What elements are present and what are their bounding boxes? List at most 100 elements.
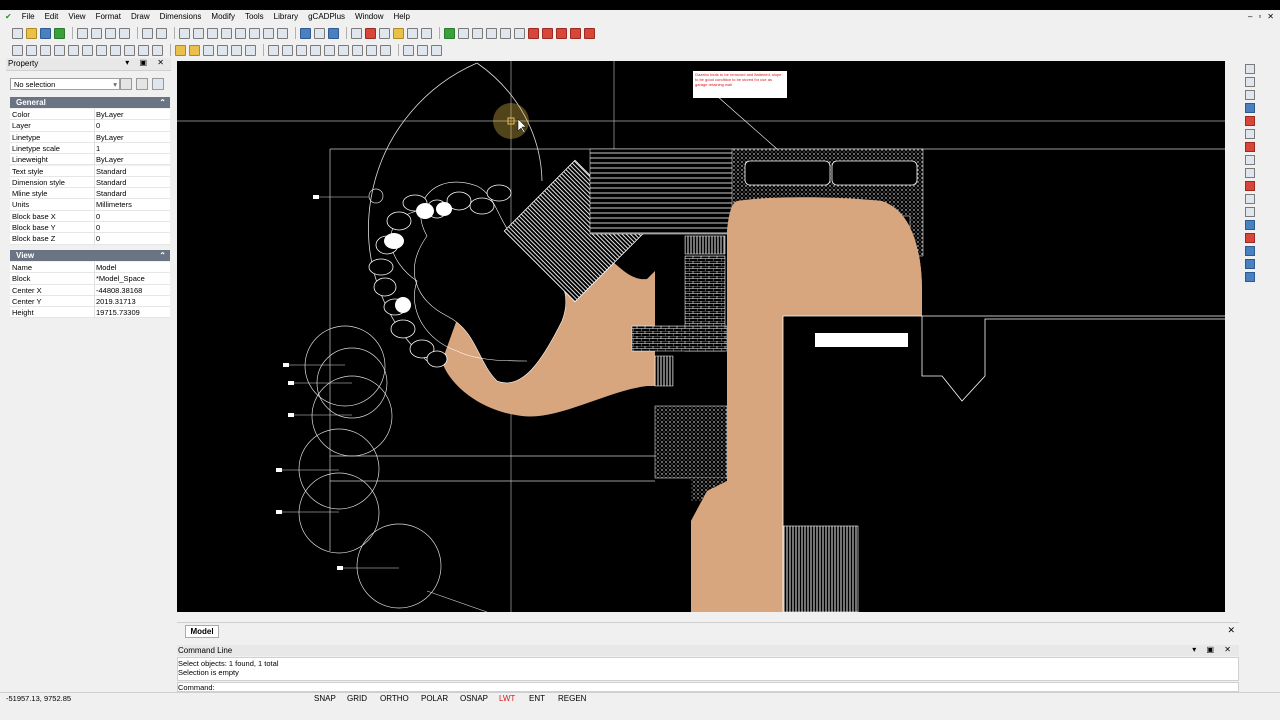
ray-icon[interactable] <box>40 44 51 56</box>
property-row[interactable]: Mline style Standard <box>10 188 170 200</box>
property-value[interactable]: 2019.31713 <box>96 297 136 306</box>
copy-icon[interactable] <box>105 27 116 39</box>
stretch-icon[interactable] <box>310 44 321 56</box>
zoom-extents-icon[interactable] <box>221 27 232 39</box>
property-value[interactable]: 0 <box>96 234 100 243</box>
scale-tool-icon[interactable] <box>1245 155 1255 165</box>
trim-tool-icon[interactable] <box>1245 194 1255 204</box>
property-row[interactable]: Dimension style Standard <box>10 176 170 189</box>
extend-icon[interactable] <box>338 44 349 56</box>
property-row[interactable]: Text style Standard <box>10 165 170 177</box>
property-row[interactable]: Linetype ByLayer <box>10 131 170 143</box>
offset-icon[interactable] <box>1245 103 1255 113</box>
filter-button[interactable] <box>152 78 164 90</box>
redo-icon[interactable] <box>156 27 167 39</box>
color-bar-icon[interactable] <box>444 27 455 39</box>
properties-icon[interactable] <box>300 27 311 39</box>
fillet-tool-icon[interactable] <box>1245 259 1255 269</box>
menu-format[interactable]: Format <box>91 10 126 24</box>
property-row[interactable]: Linetype scale 1 <box>10 142 170 155</box>
region-icon[interactable] <box>421 27 432 39</box>
image-icon[interactable] <box>393 27 404 39</box>
hatch-icon[interactable] <box>407 27 418 39</box>
selection-dropdown[interactable]: No selection ▾ <box>10 78 120 90</box>
menu-draw[interactable]: Draw <box>126 10 155 24</box>
print-icon[interactable] <box>77 27 88 39</box>
dim-angular-icon[interactable] <box>203 44 214 56</box>
arc-icon[interactable] <box>138 44 149 56</box>
cut-icon[interactable] <box>91 27 102 39</box>
xline-icon[interactable] <box>54 44 65 56</box>
property-value[interactable]: Standard <box>96 189 126 198</box>
rotate-icon[interactable] <box>282 44 293 56</box>
layer-prev-icon[interactable] <box>472 27 483 39</box>
add-icon[interactable] <box>54 27 65 39</box>
pan-icon[interactable] <box>263 27 274 39</box>
property-value[interactable]: Standard <box>96 178 126 187</box>
block-icon[interactable] <box>351 27 362 39</box>
menu-window[interactable]: Window <box>350 10 388 24</box>
panel-controls[interactable]: ▾ ▣ ✕ <box>125 58 168 67</box>
tab-model[interactable]: Model <box>185 625 219 638</box>
polar-toggle[interactable]: POLAR <box>421 694 448 703</box>
section-general[interactable]: General ⌃ <box>10 97 170 108</box>
fillet-icon[interactable] <box>352 44 363 56</box>
ortho-toggle[interactable]: ORTHO <box>380 694 409 703</box>
spline-icon[interactable] <box>82 44 93 56</box>
section-view[interactable]: View ⌃ <box>10 250 170 261</box>
chamfer-tool-icon[interactable] <box>1245 246 1255 256</box>
explode-icon[interactable] <box>380 44 391 56</box>
property-value[interactable]: ByLayer <box>96 155 124 164</box>
property-value[interactable]: 1 <box>96 144 100 153</box>
new-icon[interactable] <box>12 27 23 39</box>
layer-state-icon[interactable] <box>458 27 469 39</box>
snap-midpoint-icon[interactable] <box>417 44 428 56</box>
app-logo-icon[interactable]: ✔ <box>0 10 17 24</box>
insert-block-icon[interactable] <box>365 27 376 39</box>
design-center-icon[interactable] <box>328 27 339 39</box>
polygon-icon[interactable] <box>110 44 121 56</box>
dim-aligned-icon[interactable] <box>189 44 200 56</box>
paste-icon[interactable] <box>119 27 130 39</box>
lwt-toggle[interactable]: LWT <box>499 694 515 703</box>
minimize-button[interactable]: – <box>1248 10 1252 24</box>
menu-library[interactable]: Library <box>269 10 303 24</box>
menu-view[interactable]: View <box>63 10 90 24</box>
property-row[interactable]: Units Millimeters <box>10 199 170 211</box>
property-value[interactable]: ByLayer <box>96 110 124 119</box>
property-value[interactable]: -44808.38168 <box>96 286 142 295</box>
menu-help[interactable]: Help <box>388 10 414 24</box>
property-row[interactable]: Lineweight ByLayer <box>10 154 170 166</box>
restore-button[interactable]: ▫ <box>1258 10 1261 24</box>
ellipse-icon[interactable] <box>152 44 163 56</box>
ent-toggle[interactable]: ENT <box>529 694 545 703</box>
rectangle-icon[interactable] <box>96 44 107 56</box>
property-row[interactable]: Layer 0 <box>10 120 170 132</box>
collapse-icon[interactable]: ⌃ <box>159 98 166 107</box>
zoom-previous-icon[interactable] <box>249 27 260 39</box>
menu-file[interactable]: File <box>17 10 40 24</box>
property-row[interactable]: Center X -44808.38168 <box>10 284 170 296</box>
dim-leader-icon[interactable] <box>245 44 256 56</box>
chamfer-icon[interactable] <box>366 44 377 56</box>
property-value[interactable]: ByLayer <box>96 133 124 142</box>
copy-object-icon[interactable] <box>1245 77 1255 87</box>
property-value[interactable]: Standard <box>96 167 126 176</box>
regen-icon[interactable] <box>277 27 288 39</box>
property-row[interactable]: Center Y 2019.31713 <box>10 295 170 308</box>
dim-linear-icon[interactable] <box>175 44 186 56</box>
dim-radius-icon[interactable] <box>217 44 228 56</box>
break-icon[interactable] <box>1245 220 1255 230</box>
snap-center-icon[interactable] <box>431 44 442 56</box>
panel-controls[interactable]: ▾ ▣ ✕ <box>1192 645 1235 654</box>
array-icon[interactable] <box>1245 116 1255 126</box>
menu-tools[interactable]: Tools <box>240 10 269 24</box>
property-value[interactable]: 0 <box>96 223 100 232</box>
property-value[interactable]: *Model_Space <box>96 274 145 283</box>
xref-icon[interactable] <box>379 27 390 39</box>
layers-icon[interactable] <box>314 27 325 39</box>
vertical-scrollbar[interactable] <box>1228 61 1236 612</box>
zoom-in-icon[interactable] <box>179 27 190 39</box>
property-value[interactable]: 19715.73309 <box>96 308 140 317</box>
property-row[interactable]: Color ByLayer <box>10 109 170 121</box>
